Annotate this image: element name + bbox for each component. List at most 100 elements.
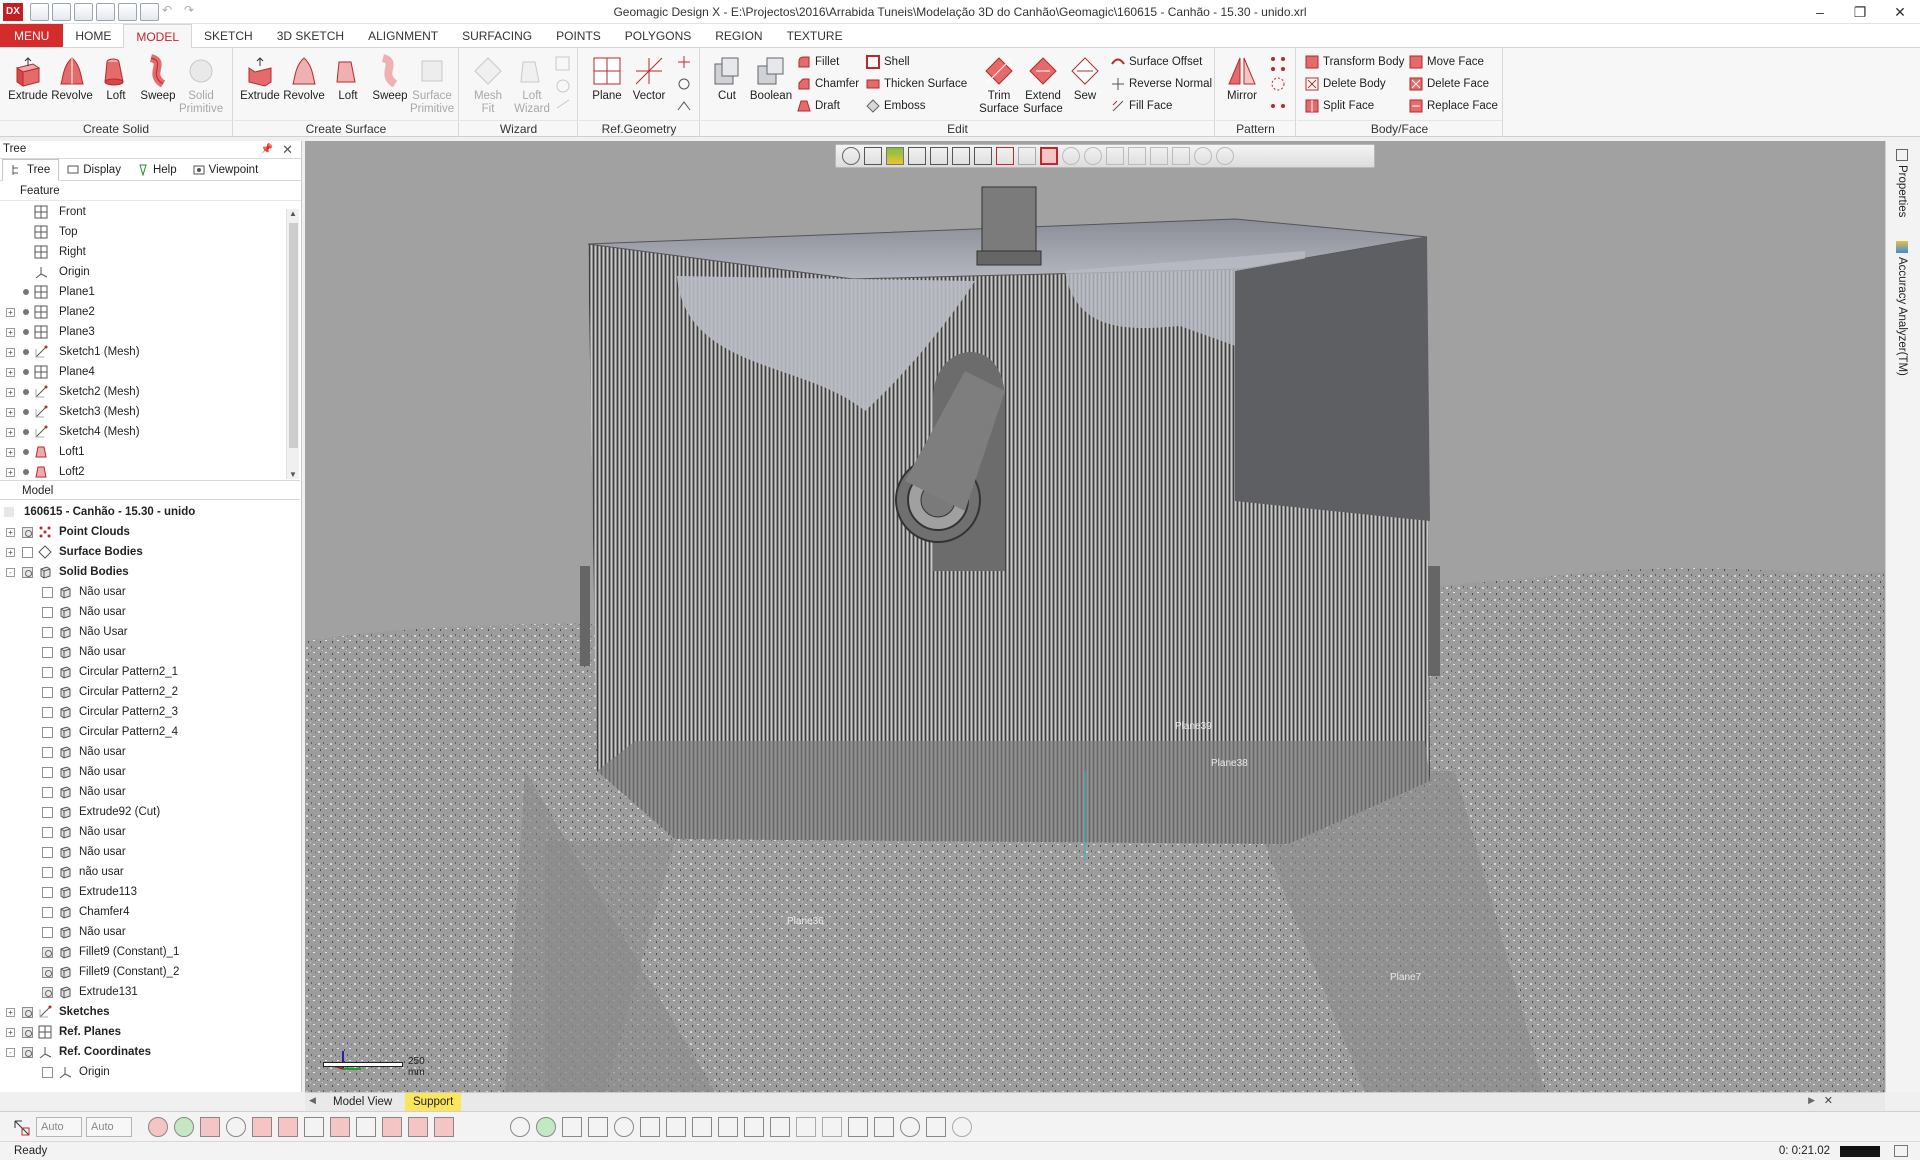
surface-offset-button[interactable]: Surface Offset [1109, 53, 1202, 71]
feature-tree-item[interactable]: Top [0, 222, 285, 242]
wizard-extra-icon[interactable] [555, 56, 571, 116]
visibility-dot-icon[interactable] [23, 409, 29, 415]
select-region-icon[interactable] [200, 1117, 220, 1137]
delete-body-button[interactable]: Delete Body [1303, 75, 1386, 93]
visibility-dot-icon[interactable] [23, 309, 29, 315]
visibility-checkbox[interactable] [42, 867, 53, 878]
select-vector-icon[interactable] [382, 1117, 402, 1137]
loft-wizard-button[interactable]: Loft Wizard [510, 52, 554, 118]
scroll-down-icon[interactable]: ▼ [289, 470, 297, 479]
reverse-normal-button[interactable]: Reverse Normal [1109, 75, 1212, 93]
shell-button[interactable]: Shell [864, 53, 910, 71]
solid-extrude-button[interactable]: Extrude [6, 52, 50, 118]
visibility-checkbox[interactable] [42, 927, 53, 938]
display-deviation-icon[interactable] [692, 1117, 712, 1137]
select-plane-icon[interactable] [356, 1117, 376, 1137]
scroll-left-icon[interactable]: ◀ [309, 1095, 316, 1106]
feature-tree-item[interactable]: Right [0, 242, 285, 262]
accuracy-analyzer-tab[interactable]: Accuracy Analyzer(TM) [1896, 241, 1908, 376]
visibility-checkbox[interactable] [42, 827, 53, 838]
visibility-checkbox[interactable] [42, 647, 53, 658]
mesh-fit-button[interactable]: Mesh Fit [466, 52, 510, 118]
restore-icon[interactable]: ❐ [1840, 0, 1880, 24]
new-file-icon[interactable] [30, 3, 49, 21]
split-face-button[interactable]: Split Face [1303, 97, 1374, 115]
model-tree-item[interactable]: Não usar [0, 842, 300, 862]
visibility-dot-icon[interactable] [23, 429, 29, 435]
expand-icon[interactable]: + [6, 468, 15, 477]
solid-loft-button[interactable]: Loft [94, 52, 138, 118]
replace-face-button[interactable]: Replace Face [1407, 97, 1498, 115]
model-tree-item[interactable]: Extrude92 (Cut) [0, 802, 300, 822]
close-panel-icon[interactable]: ✕ [282, 141, 293, 158]
vector-button[interactable]: Vector [627, 52, 671, 118]
select-all-icon[interactable] [434, 1117, 454, 1137]
trim-surface-button[interactable]: Trim Surface [977, 52, 1021, 118]
extend-surface-button[interactable]: Extend Surface [1021, 52, 1065, 118]
visibility-checkbox[interactable] [42, 687, 53, 698]
measure-radius-icon[interactable] [900, 1117, 920, 1137]
display-points-icon[interactable] [510, 1117, 530, 1137]
select-point-icon[interactable] [174, 1117, 194, 1137]
chamfer-button[interactable]: Chamfer [795, 75, 859, 93]
model-viewport[interactable]: Plane39 Plane38 Plane36 Plane7 250 mm [305, 141, 1885, 1092]
display-grid-icon[interactable] [718, 1117, 738, 1137]
visibility-dot-icon[interactable] [23, 349, 29, 355]
select-vertex-icon[interactable] [304, 1117, 324, 1137]
properties-tab[interactable]: Properties [1896, 149, 1908, 217]
surface-sweep-button[interactable]: Sweep [368, 52, 412, 118]
selection-filter-select-2[interactable]: Auto [86, 1117, 132, 1137]
collapse-icon[interactable]: - [6, 568, 15, 577]
display-normals-icon[interactable] [640, 1117, 660, 1137]
model-tree-group[interactable]: + Ref. Planes [0, 1022, 300, 1042]
tab-model[interactable]: MODEL [123, 24, 193, 49]
scroll-up-icon[interactable]: ▲ [289, 209, 297, 218]
visibility-dot-icon[interactable] [23, 469, 29, 475]
display-curvature-icon[interactable] [666, 1117, 686, 1137]
expand-icon[interactable]: + [6, 368, 15, 377]
expand-icon[interactable]: + [6, 328, 15, 337]
cut-button[interactable]: Cut [705, 52, 749, 118]
move-face-button[interactable]: Move Face [1407, 53, 1484, 71]
feature-tree-scrollbar[interactable]: ▲ ▼ [286, 209, 299, 479]
thicken-surface-button[interactable]: Thicken Surface [864, 75, 967, 93]
tab-menu[interactable]: MENU [0, 24, 64, 47]
model-tree-item[interactable]: Fillet9 (Constant)_1 [0, 942, 300, 962]
visibility-checkbox[interactable] [42, 767, 53, 778]
visibility-dot-icon[interactable] [23, 289, 29, 295]
visibility-checkbox[interactable] [42, 807, 53, 818]
measure-angle-icon[interactable] [874, 1117, 894, 1137]
feature-tree-item[interactable]: + Sketch3 (Mesh) [0, 402, 285, 422]
model-tree-item[interactable]: Não Usar [0, 622, 300, 642]
selection-mode-icon[interactable] [12, 1118, 32, 1138]
app-logo[interactable]: DX [3, 3, 23, 21]
visibility-dot-icon[interactable] [23, 369, 29, 375]
display-mesh-icon[interactable] [536, 1117, 556, 1137]
draft-button[interactable]: Draft [795, 97, 840, 115]
model-tree-item[interactable]: Não usar [0, 602, 300, 622]
model-tree-group[interactable]: + Surface Bodies [0, 542, 300, 562]
display-surface-icon[interactable] [562, 1117, 582, 1137]
measure-distance-icon[interactable] [848, 1117, 868, 1137]
tab-home[interactable]: HOME [63, 24, 123, 47]
tab-tree[interactable]: Tree [2, 159, 60, 181]
surface-loft-button[interactable]: Loft [326, 52, 370, 118]
visibility-checkbox[interactable] [22, 1007, 33, 1018]
visibility-checkbox[interactable] [42, 787, 53, 798]
expand-icon[interactable]: + [6, 408, 15, 417]
display-texture-icon[interactable] [796, 1117, 816, 1137]
tab-3d-sketch[interactable]: 3D SKETCH [265, 24, 356, 47]
model-tree-item[interactable]: Origin [0, 1062, 300, 1082]
feature-tree-item[interactable]: + Loft2 [0, 462, 285, 479]
pin-icon[interactable]: 📌 [261, 141, 273, 158]
visibility-checkbox[interactable] [42, 847, 53, 858]
selection-filter-select[interactable]: Auto [36, 1117, 82, 1137]
display-wire-icon[interactable] [744, 1117, 764, 1137]
visibility-checkbox[interactable] [42, 907, 53, 918]
visibility-checkbox[interactable] [42, 587, 53, 598]
model-tree-group[interactable]: - Solid Bodies [0, 562, 300, 582]
expand-icon[interactable]: + [6, 388, 15, 397]
expand-icon[interactable]: + [6, 348, 15, 357]
status-options-icon[interactable] [1894, 1145, 1908, 1157]
scroll-thumb[interactable] [289, 223, 298, 448]
